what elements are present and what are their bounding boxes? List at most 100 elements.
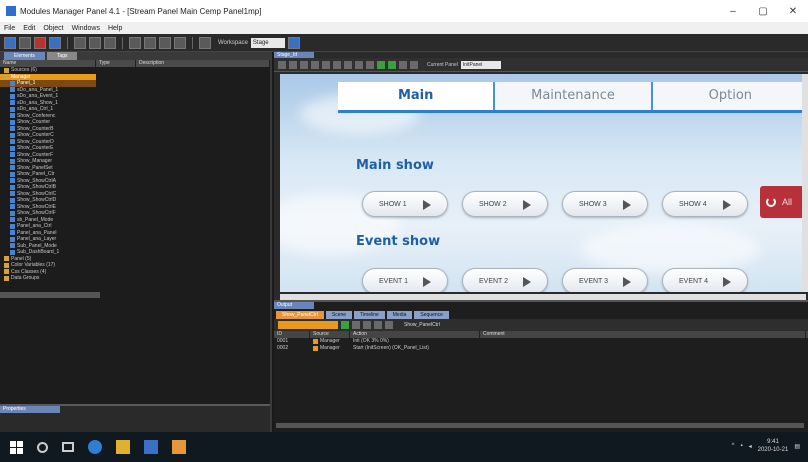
output-tab[interactable]: Media [386, 311, 413, 319]
play-arrow-icon [423, 277, 431, 287]
align-left-icon[interactable] [289, 60, 297, 69]
current-panel-select[interactable]: InitPanel [460, 60, 501, 69]
tree-item[interactable]: Data Groups [0, 275, 96, 282]
table-row[interactable]: 0002 Manager Start (InitScreen) (OK_Pane… [274, 345, 808, 352]
window-titlebar: Modules Manager Panel 4.1 - [Stream Pane… [0, 0, 808, 22]
rectangle-icon[interactable] [322, 60, 330, 69]
search-icon[interactable] [37, 441, 48, 453]
column-name[interactable]: Name [0, 60, 96, 67]
event-3-button[interactable]: EVENT 3 [562, 268, 648, 292]
row-action: Init (OK 3% 0%) [353, 338, 389, 344]
element-icon [10, 100, 15, 106]
tree-item-label: Panel_ana_Layer [17, 236, 57, 243]
output-tab[interactable]: Sequence [414, 311, 449, 319]
element-icon [10, 165, 15, 171]
zoom-in-icon[interactable] [399, 60, 407, 69]
show-4-button[interactable]: SHOW 4 [662, 191, 748, 217]
event-3-label: EVENT 3 [579, 277, 609, 285]
cut-icon[interactable] [74, 36, 86, 49]
volume-icon[interactable]: ◂ [749, 443, 752, 450]
play-arrow-icon [723, 277, 731, 287]
tab-elements[interactable]: Elements [4, 52, 45, 60]
zoom-out-icon[interactable] [410, 60, 418, 69]
menu-object[interactable]: Object [43, 25, 63, 32]
file-explorer-icon[interactable] [116, 440, 130, 454]
output-tab[interactable]: Timeline [354, 311, 385, 319]
tree-item-label: Manager [11, 73, 31, 80]
tab-maintenance[interactable]: Maintenance [495, 82, 653, 110]
search-icon[interactable] [385, 321, 393, 329]
close-button[interactable]: ✕ [778, 6, 808, 17]
show-1-button[interactable]: SHOW 1 [362, 191, 448, 217]
event-1-button[interactable]: EVENT 1 [362, 268, 448, 292]
element-icon [10, 178, 15, 184]
notification-icon[interactable]: ▤ [794, 443, 800, 450]
network-icon[interactable]: ▪ [740, 443, 742, 449]
output-tab[interactable]: Show_PanelCtrl [276, 311, 324, 319]
play-icon[interactable] [377, 60, 385, 69]
stop-icon[interactable] [199, 36, 211, 49]
ellipse-icon[interactable] [333, 60, 341, 69]
chevron-up-icon[interactable]: ^ [732, 443, 735, 449]
workspace-select[interactable]: Stage [250, 37, 285, 48]
output-scrollbar[interactable] [276, 423, 804, 428]
select-icon[interactable] [278, 60, 286, 69]
settings-icon[interactable] [287, 36, 300, 49]
show-1-label: SHOW 1 [379, 200, 407, 208]
paste-icon[interactable] [104, 36, 116, 49]
redo-icon[interactable] [144, 36, 156, 49]
menu-edit[interactable]: Edit [23, 25, 35, 32]
store-icon[interactable] [144, 440, 158, 454]
column-id[interactable]: ID [274, 331, 310, 338]
design-vertical-scrollbar[interactable] [802, 74, 808, 292]
event-2-button[interactable]: EVENT 2 [462, 268, 548, 292]
tab-option[interactable]: Option [652, 82, 806, 110]
step-icon[interactable] [363, 321, 371, 329]
run-icon[interactable] [174, 36, 186, 49]
maximize-button[interactable]: ▢ [748, 6, 778, 17]
pause-icon[interactable] [352, 321, 360, 329]
app-taskbar-icon[interactable] [172, 440, 186, 454]
show-3-button[interactable]: SHOW 3 [562, 191, 648, 217]
column-description[interactable]: Description [136, 60, 270, 67]
column-source[interactable]: Source [310, 331, 350, 338]
undo-icon[interactable] [129, 36, 141, 49]
tab-main[interactable]: Main [338, 82, 496, 110]
line-icon[interactable] [344, 60, 352, 69]
column-type[interactable]: Type [96, 60, 136, 67]
align-center-icon[interactable] [300, 60, 308, 69]
text-icon[interactable] [355, 60, 363, 69]
grid-icon[interactable] [388, 60, 396, 69]
tree-item-label: Show_Manager [17, 158, 53, 165]
open-icon[interactable] [19, 36, 31, 49]
windows-start-icon[interactable] [10, 440, 23, 454]
pointer-icon[interactable] [159, 36, 171, 49]
clock[interactable]: 9:41 2020-10-21 [758, 438, 789, 454]
save-icon[interactable] [34, 36, 46, 49]
edge-browser-icon[interactable] [88, 440, 102, 454]
save-all-icon[interactable] [49, 36, 61, 49]
explorer-scrollbar[interactable] [0, 292, 100, 298]
tab-tags[interactable]: Tags [46, 52, 78, 60]
task-view-icon[interactable] [62, 442, 74, 452]
copy-icon[interactable] [89, 36, 101, 49]
edit-icon[interactable] [374, 321, 382, 329]
table-row[interactable]: 0001 Manager Init (OK 3% 0%) [274, 338, 808, 345]
image-icon[interactable] [366, 60, 374, 69]
all-power-button[interactable]: All [760, 186, 806, 218]
run-icon[interactable] [341, 321, 349, 329]
window-title: Modules Manager Panel 4.1 - [Stream Pane… [20, 6, 262, 16]
menu-windows[interactable]: Windows [72, 25, 100, 32]
menu-help[interactable]: Help [108, 25, 122, 32]
output-tab[interactable]: Scene [325, 311, 353, 319]
align-right-icon[interactable] [311, 60, 319, 69]
event-4-button[interactable]: EVENT 4 [662, 268, 748, 292]
column-action[interactable]: Action [350, 331, 480, 338]
menu-file[interactable]: File [4, 25, 15, 32]
new-icon[interactable] [4, 36, 16, 49]
show-2-button[interactable]: SHOW 2 [462, 191, 548, 217]
output-filter-field[interactable] [278, 321, 338, 329]
column-comment[interactable]: Comment [480, 331, 806, 338]
tree-item-label: Panel_1 [17, 80, 36, 87]
minimize-button[interactable]: – [718, 6, 748, 17]
